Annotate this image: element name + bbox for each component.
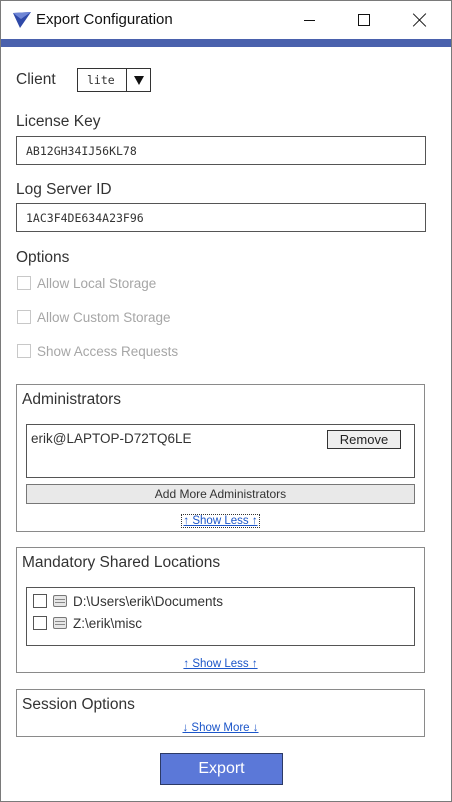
export-configuration-window: Export Configuration Client lite License… xyxy=(0,0,452,802)
close-icon xyxy=(413,13,427,27)
log-server-id-field[interactable]: 1AC3F4DE634A23F96 xyxy=(16,203,426,232)
checkbox[interactable] xyxy=(17,310,31,324)
option-label: Show Access Requests xyxy=(37,343,179,359)
session-options-panel: Session Options ↓ Show More ↓ xyxy=(16,689,425,737)
client-select-value: lite xyxy=(87,73,115,87)
export-button[interactable]: Export xyxy=(160,753,283,785)
minimize-button[interactable] xyxy=(286,1,332,39)
administrators-title: Administrators xyxy=(22,391,122,408)
shared-location-path: D:\Users\erik\Documents xyxy=(73,593,224,609)
checkbox[interactable] xyxy=(33,616,47,630)
license-key-label: License Key xyxy=(16,113,101,130)
window-title: Export Configuration xyxy=(36,11,173,28)
accent-bar xyxy=(1,39,451,47)
remove-administrator-button[interactable]: Remove xyxy=(327,430,401,449)
add-more-administrators-button[interactable]: Add More Administrators xyxy=(26,484,415,504)
administrator-entry: erik@LAPTOP-D72TQ6LE xyxy=(31,431,192,446)
options-label: Options xyxy=(16,249,70,266)
shared-locations-show-less-link[interactable]: ↑ Show Less ↑ xyxy=(17,658,424,670)
session-options-show-more-link[interactable]: ↓ Show More ↓ xyxy=(17,722,424,734)
maximize-button[interactable] xyxy=(341,1,387,39)
drive-icon xyxy=(53,617,67,629)
app-logo-icon xyxy=(13,12,31,28)
checkbox[interactable] xyxy=(17,344,31,358)
option-allow-custom-storage[interactable]: Allow Custom Storage xyxy=(17,308,171,326)
license-key-field[interactable]: AB12GH34IJ56KL78 xyxy=(16,136,426,165)
option-label: Allow Custom Storage xyxy=(37,309,171,325)
shared-locations-title: Mandatory Shared Locations xyxy=(22,554,221,571)
option-show-access-requests[interactable]: Show Access Requests xyxy=(17,342,178,360)
client-select[interactable]: lite xyxy=(77,68,151,92)
session-options-title: Session Options xyxy=(22,696,135,713)
shared-locations-panel: Mandatory Shared Locations D:\Users\erik… xyxy=(16,547,425,673)
minimize-icon xyxy=(303,19,315,21)
drive-icon xyxy=(53,595,67,607)
option-label: Allow Local Storage xyxy=(37,275,157,291)
client-label: Client xyxy=(16,71,56,88)
option-allow-local-storage[interactable]: Allow Local Storage xyxy=(17,274,156,292)
shared-location-item[interactable]: Z:\erik\misc xyxy=(33,614,142,632)
administrators-panel: Administrators erik@LAPTOP-D72TQ6LE Remo… xyxy=(16,384,425,532)
checkbox[interactable] xyxy=(33,594,47,608)
shared-locations-list: D:\Users\erik\Documents Z:\erik\misc xyxy=(26,587,415,646)
close-button[interactable] xyxy=(397,1,443,39)
title-bar: Export Configuration xyxy=(1,1,451,39)
chevron-down-icon xyxy=(133,75,144,85)
dropdown-arrow-button[interactable] xyxy=(126,69,150,91)
shared-location-path: Z:\erik\misc xyxy=(73,615,142,631)
maximize-icon xyxy=(358,14,370,26)
show-less-label: ↑ Show Less ↑ xyxy=(181,514,260,528)
administrators-show-less-link[interactable]: ↑ Show Less ↑ xyxy=(17,514,424,528)
shared-location-item[interactable]: D:\Users\erik\Documents xyxy=(33,592,223,610)
administrators-list: erik@LAPTOP-D72TQ6LE Remove xyxy=(26,424,415,478)
checkbox[interactable] xyxy=(17,276,31,290)
log-server-id-label: Log Server ID xyxy=(16,181,112,198)
